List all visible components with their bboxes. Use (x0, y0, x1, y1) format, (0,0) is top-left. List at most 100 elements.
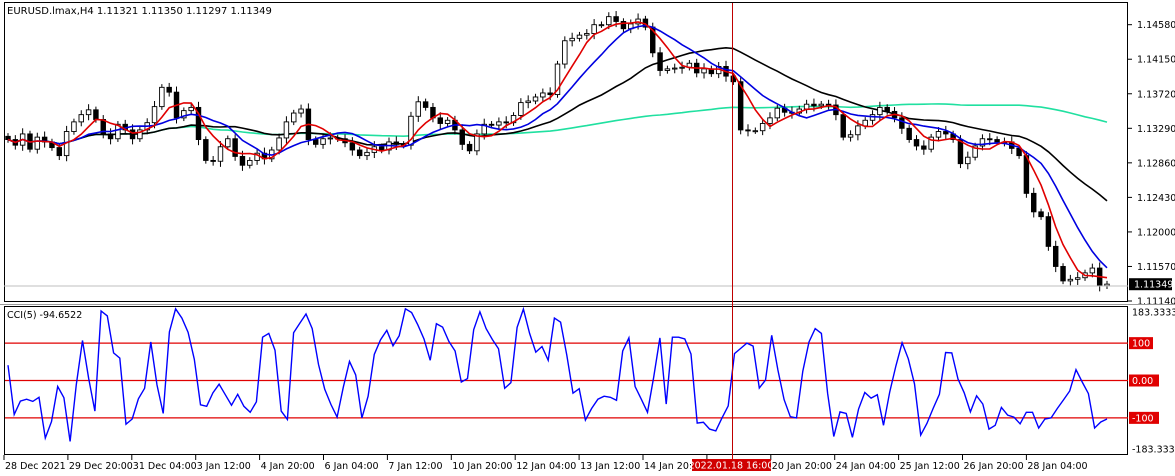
candle-bull (935, 131, 942, 138)
candle-bear (657, 52, 663, 71)
candle-bear (1023, 155, 1030, 194)
candle-bull (540, 92, 546, 98)
candle-bear (93, 109, 99, 120)
candle-bull (847, 134, 854, 138)
candle-bear (1038, 211, 1044, 218)
candle-bear (459, 129, 465, 145)
candle-bull (71, 121, 77, 132)
candle-bull (85, 109, 92, 116)
candle-bear (1016, 147, 1022, 157)
candle-bull (1089, 267, 1096, 274)
candle-bull (965, 156, 971, 165)
candle-bear (547, 92, 553, 96)
candle-bear (503, 121, 509, 124)
candle-bear (811, 103, 817, 107)
candle-bear (437, 117, 443, 124)
candle-bull (276, 137, 282, 151)
price-tick-label: 1.12430 (1137, 193, 1175, 204)
candle-bull (767, 117, 773, 124)
candle-bear (987, 138, 993, 141)
candle-bear (943, 131, 949, 135)
chart-header-text: EURUSD.lmax,H4 1.11321 1.11350 1.11297 1… (7, 6, 272, 17)
time-tick-label: 3 Jan 12:00 (197, 461, 251, 472)
candle-bull (576, 34, 583, 39)
candle-bull (877, 106, 883, 116)
candle-bear (1060, 266, 1066, 282)
time-tick-label: 6 Jan 04:00 (325, 461, 379, 472)
candle-bull (569, 37, 575, 42)
candle-bear (107, 133, 114, 140)
candle-bear (239, 155, 246, 166)
time-tick-label: 4 Jan 20:00 (261, 461, 315, 472)
cci-tick-label: -100 (1132, 413, 1154, 424)
candle-bear (613, 16, 619, 22)
candle-bull (562, 40, 568, 65)
time-tick-label: 24 Jan 04:00 (836, 461, 896, 472)
candle-bull (247, 159, 253, 166)
trading-chart-window: EURUSD.lmax,H4 1.11321 1.11350 1.11297 1… (0, 0, 1175, 476)
price-tick-label: 1.14150 (1137, 55, 1175, 66)
candle-bull (591, 24, 597, 34)
time-tick-label: 28 Dec 2021 (5, 461, 66, 472)
price-tick-label: 1.14580 (1137, 20, 1175, 31)
candle-bull (672, 67, 678, 70)
candle-bear (356, 149, 363, 157)
cci-tick-label: 183.3333 (1132, 308, 1175, 319)
time-tick-label: 26 Jan 20:00 (964, 461, 1024, 472)
crosshair-time-label: 2022.01.18 16:00 (689, 461, 774, 472)
candle-bull (327, 137, 334, 140)
candle-bull (188, 106, 194, 112)
candle-bull (225, 138, 231, 148)
candle-bull (283, 121, 290, 139)
candle-bear (921, 145, 927, 150)
candle-bear (166, 86, 172, 93)
candle-bull (855, 125, 861, 136)
candle-bear (312, 139, 319, 145)
time-tick-label: 13 Jan 12:00 (580, 461, 640, 472)
candle-bull (664, 68, 671, 71)
cci-tick-label: -183.3333 (1132, 445, 1175, 456)
time-tick-label: 25 Jan 12:00 (900, 461, 960, 472)
candle-bear (1045, 216, 1052, 247)
candle-bear (994, 139, 1000, 143)
candle-bull (159, 86, 165, 108)
current-price-label: 1.11349 (1134, 280, 1173, 291)
candle-bull (598, 24, 605, 27)
candle-bear (349, 142, 356, 151)
candle-bull (525, 100, 531, 104)
candle-bear (1031, 192, 1037, 213)
cci-tick-label: 0.00 (1132, 376, 1153, 387)
price-tick-label: 1.13720 (1137, 89, 1175, 100)
candle-bull (532, 96, 539, 102)
candle-bear (422, 101, 429, 108)
candle-bull (752, 130, 759, 133)
candle-bull (774, 107, 781, 119)
candle-bull (291, 112, 297, 123)
candle-bull (78, 114, 84, 123)
candle-bull (217, 146, 224, 162)
candle-bull (444, 119, 451, 124)
candle-bull (298, 108, 304, 114)
candle-bear (393, 141, 400, 145)
time-tick-label: 31 Dec 04:00 (133, 461, 197, 472)
price-tick-label: 1.13290 (1137, 124, 1175, 135)
candle-bull (1104, 283, 1110, 287)
cci-label: CCI(5) -94.6522 (7, 310, 82, 321)
price-tick-label: 1.11140 (1137, 297, 1175, 308)
candle-bull (34, 136, 41, 150)
candle-bull (1074, 277, 1081, 280)
price-tick-label: 1.12860 (1137, 158, 1175, 169)
candle-bear (488, 123, 495, 126)
candle-bear (745, 129, 751, 132)
candle-bear (203, 139, 209, 161)
candle-bear (884, 106, 890, 112)
candle-bear (1052, 245, 1059, 267)
candle-bull (320, 138, 326, 145)
candle-bear (906, 127, 912, 140)
candle-bull (803, 103, 810, 110)
candle-bear (378, 146, 385, 151)
candle-bull (1067, 278, 1074, 282)
time-tick-label: 10 Jan 20:00 (452, 461, 512, 472)
cci-tick-label: 100 (1132, 339, 1150, 350)
candle-bull (364, 151, 370, 157)
